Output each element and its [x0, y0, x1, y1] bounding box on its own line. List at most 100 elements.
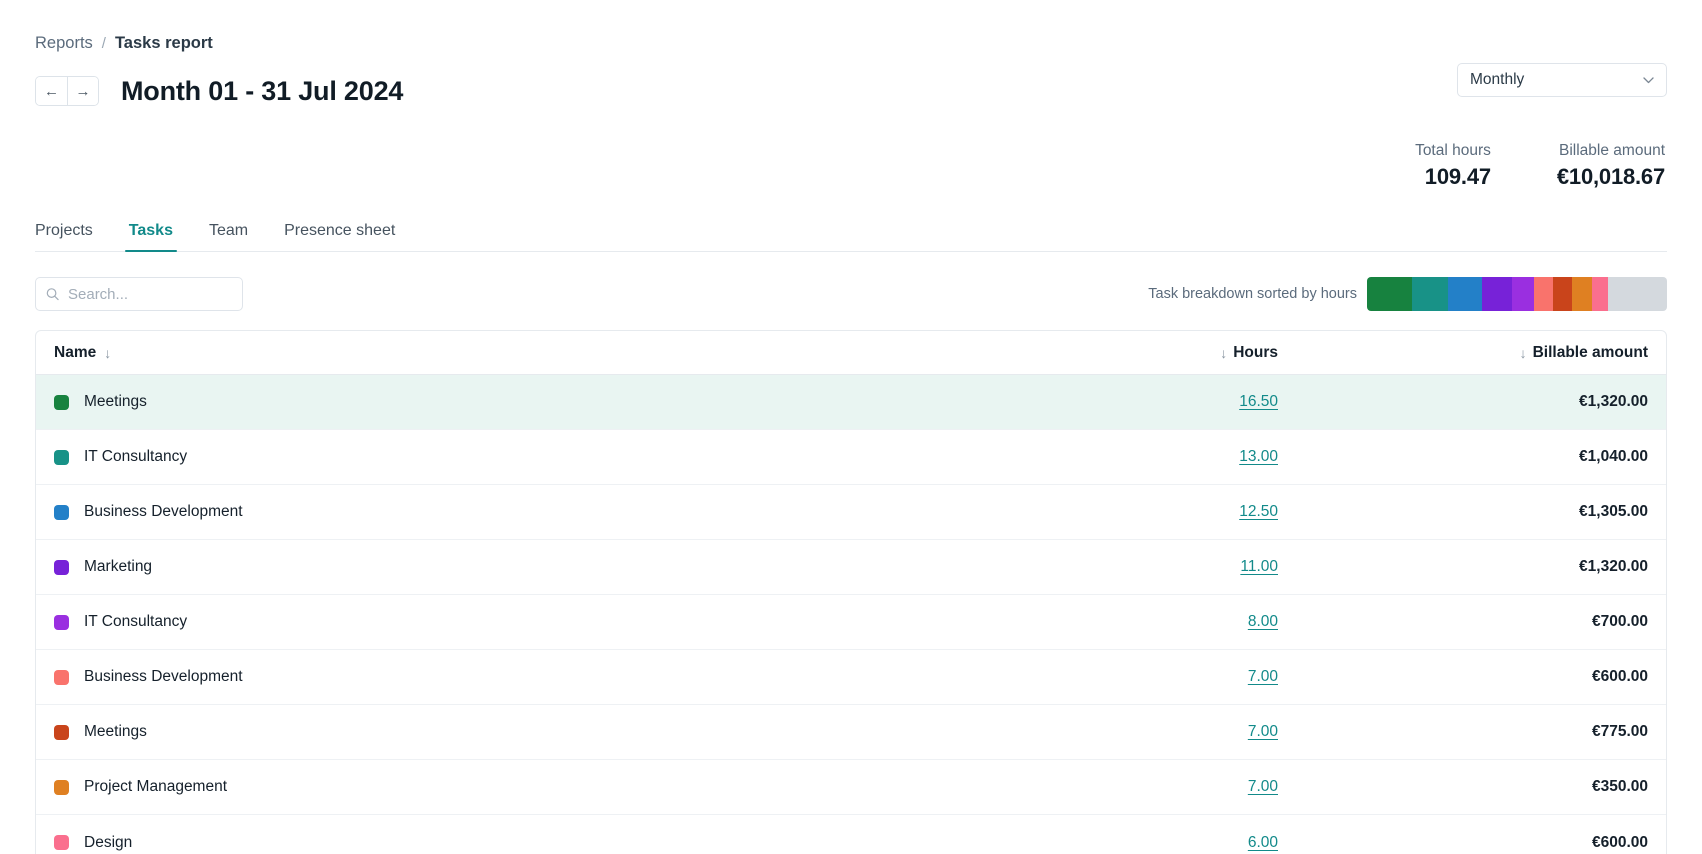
table-row[interactable]: IT Consultancy 8.00 €700.00	[36, 595, 1666, 650]
task-hours-link[interactable]: 16.50	[1239, 393, 1278, 410]
table-row[interactable]: Project Management 7.00 €350.00	[36, 760, 1666, 815]
task-billable-amount-value: €1,320.00	[1579, 393, 1648, 410]
table-row[interactable]: Meetings 7.00 €775.00	[36, 705, 1666, 760]
breakdown-segment[interactable]	[1482, 277, 1513, 311]
task-name-label: Design	[84, 833, 133, 851]
tab-team[interactable]: Team	[191, 222, 266, 251]
column-header-hours[interactable]: ↓ Hours	[938, 344, 1288, 362]
task-name-cell: Meetings	[54, 723, 938, 741]
task-hours-link[interactable]: 13.00	[1239, 448, 1278, 465]
table-row[interactable]: Marketing 11.00 €1,320.00	[36, 540, 1666, 595]
task-name-cell: IT Consultancy	[54, 448, 938, 466]
task-hours-link[interactable]: 6.00	[1248, 834, 1278, 851]
table-toolbar: Task breakdown sorted by hours	[35, 276, 1667, 312]
search-icon	[46, 288, 59, 301]
search-box	[35, 277, 243, 311]
table-row[interactable]: Business Development 12.50 €1,305.00	[36, 485, 1666, 540]
task-hours-cell: 7.00	[938, 778, 1288, 796]
task-breakdown-label: Task breakdown sorted by hours	[1148, 286, 1357, 302]
breakdown-segment[interactable]	[1447, 277, 1483, 311]
task-billable-amount-cell: €600.00	[1288, 834, 1648, 852]
task-hours-link[interactable]: 11.00	[1240, 558, 1278, 575]
task-breakdown-bar	[1367, 277, 1667, 311]
table-header-row: Name ↓ ↓ Hours ↓ Billable amount	[36, 331, 1666, 375]
task-name-label: Business Development	[84, 503, 243, 520]
task-color-swatch	[54, 449, 69, 465]
task-name-cell: Business Development	[54, 668, 938, 686]
task-billable-amount-cell: €700.00	[1288, 613, 1648, 631]
period-select[interactable]: Monthly	[1457, 63, 1667, 97]
billable-amount-label: Billable amount	[1559, 142, 1665, 159]
task-color-swatch	[54, 779, 69, 795]
task-name-label: Meetings	[84, 393, 147, 410]
next-period-button[interactable]: →	[67, 77, 98, 105]
summary-stats: Total hours 109.47 Billable amount €10,0…	[35, 142, 1667, 190]
tab-projects[interactable]: Projects	[35, 222, 111, 251]
task-hours-cell: 16.50	[938, 393, 1288, 411]
tab-tasks[interactable]: Tasks	[111, 222, 191, 252]
column-header-billable-amount[interactable]: ↓ Billable amount	[1288, 344, 1648, 362]
breakdown-segment[interactable]	[1512, 277, 1535, 311]
task-hours-cell: 7.00	[938, 723, 1288, 741]
previous-period-button[interactable]: ←	[36, 77, 67, 105]
breakdown-segment[interactable]	[1553, 277, 1573, 311]
task-hours-link[interactable]: 7.00	[1248, 778, 1278, 795]
report-tabs: Projects Tasks Team Presence sheet	[35, 214, 1667, 252]
task-billable-amount-cell: €350.00	[1288, 778, 1648, 796]
task-billable-amount-value: €600.00	[1591, 668, 1648, 685]
title-row: ← → Month 01 - 31 Jul 2024	[35, 70, 1667, 112]
column-header-hours-label: Hours	[1233, 343, 1278, 361]
sort-descending-icon: ↓	[1519, 344, 1527, 361]
breakdown-segment[interactable]	[1367, 277, 1413, 311]
total-hours-value: 109.47	[1424, 164, 1491, 189]
search-input[interactable]	[35, 277, 243, 311]
task-hours-link[interactable]: 7.00	[1248, 723, 1278, 740]
task-color-swatch	[54, 724, 69, 740]
task-name-label: IT Consultancy	[84, 448, 188, 465]
table-row[interactable]: Design 6.00 €600.00	[36, 815, 1666, 854]
task-hours-link[interactable]: 12.50	[1239, 503, 1278, 520]
column-header-billable-amount-label: Billable amount	[1532, 343, 1648, 361]
task-billable-amount-cell: €1,320.00	[1288, 393, 1648, 411]
task-name-cell: Meetings	[54, 393, 938, 411]
table-row[interactable]: Business Development 7.00 €600.00	[36, 650, 1666, 705]
breadcrumb-current: Tasks report	[114, 34, 213, 52]
task-name-label: IT Consultancy	[84, 613, 188, 630]
task-hours-link[interactable]: 7.00	[1248, 668, 1278, 685]
task-name-cell: IT Consultancy	[54, 613, 938, 631]
breadcrumb-reports-link[interactable]: Reports	[35, 34, 93, 53]
task-billable-amount-cell: €1,305.00	[1288, 503, 1648, 521]
task-hours-link[interactable]: 8.00	[1248, 613, 1278, 630]
task-name-label: Meetings	[84, 723, 147, 740]
task-hours-cell: 8.00	[938, 613, 1288, 631]
breakdown-segment[interactable]	[1572, 277, 1592, 311]
column-header-name-label: Name	[54, 343, 97, 361]
task-name-cell: Project Management	[54, 778, 938, 796]
breakdown-segment[interactable]	[1608, 277, 1667, 311]
table-row[interactable]: Meetings 16.50 €1,320.00	[36, 375, 1666, 430]
tab-presence-sheet[interactable]: Presence sheet	[266, 222, 413, 251]
total-hours-label: Total hours	[1415, 142, 1491, 159]
task-hours-cell: 13.00	[938, 448, 1288, 466]
breakdown-segment[interactable]	[1591, 277, 1609, 311]
task-hours-cell: 11.00	[938, 558, 1288, 576]
task-name-cell: Business Development	[54, 503, 938, 521]
page-title: Month 01 - 31 Jul 2024	[121, 75, 404, 106]
task-billable-amount-value: €1,305.00	[1579, 503, 1648, 520]
task-hours-cell: 7.00	[938, 668, 1288, 686]
task-breakdown: Task breakdown sorted by hours	[1148, 277, 1667, 311]
column-header-name[interactable]: Name ↓	[54, 344, 938, 362]
task-billable-amount-cell: €1,320.00	[1288, 558, 1648, 576]
breakdown-segment[interactable]	[1412, 277, 1448, 311]
task-billable-amount-value: €775.00	[1591, 723, 1648, 740]
breakdown-segment[interactable]	[1534, 277, 1554, 311]
table-row[interactable]: IT Consultancy 13.00 €1,040.00	[36, 430, 1666, 485]
period-select-value: Monthly	[1470, 71, 1525, 88]
billable-amount-value: €10,018.67	[1556, 164, 1665, 189]
billable-amount-stat: Billable amount €10,018.67	[1557, 142, 1665, 190]
sort-descending-icon: ↓	[1220, 344, 1228, 361]
tasks-table: Name ↓ ↓ Hours ↓ Billable amount Meeting…	[35, 330, 1667, 854]
task-billable-amount-value: €600.00	[1591, 833, 1648, 851]
task-billable-amount-cell: €775.00	[1288, 723, 1648, 741]
task-hours-cell: 12.50	[938, 503, 1288, 521]
